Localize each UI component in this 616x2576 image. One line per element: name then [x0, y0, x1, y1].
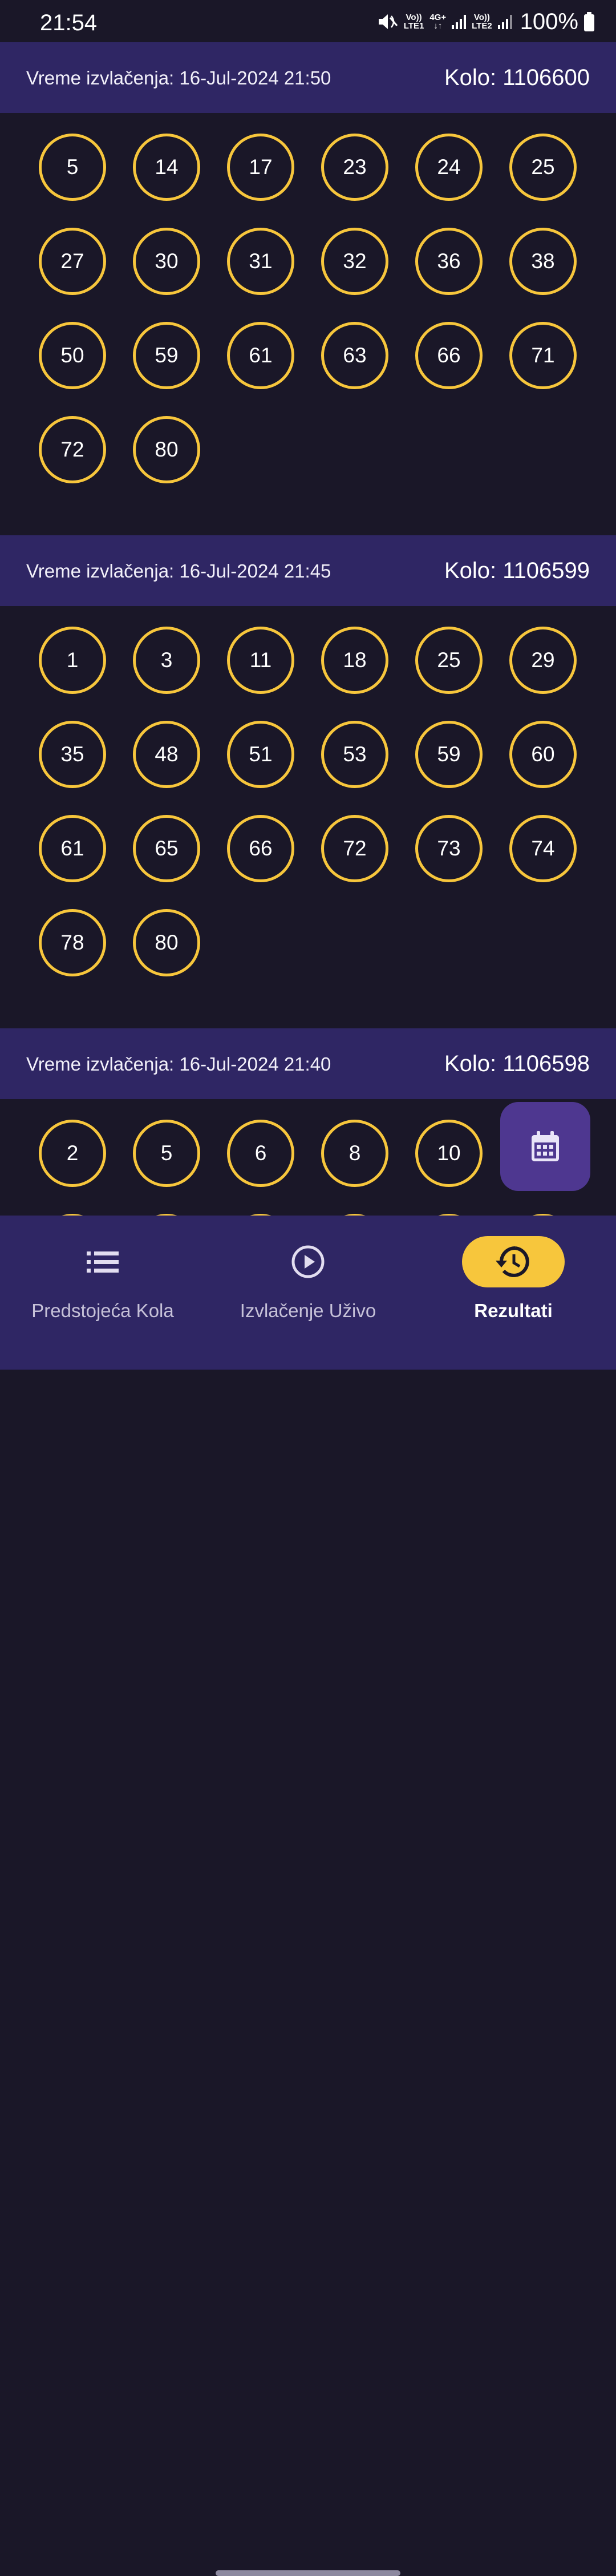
number-ball: 50: [39, 322, 106, 389]
number-ball: 8: [321, 1120, 388, 1187]
number-ball: 38: [509, 228, 577, 295]
round-header: Vreme izvlačenja: 16-Jul-2024 21:45 Kolo…: [0, 535, 616, 606]
number-ball: 60: [509, 721, 577, 788]
number-ball: 36: [415, 228, 483, 295]
calendar-icon: [532, 1131, 559, 1161]
number-ball: 3: [133, 627, 200, 694]
number-ball: 80: [133, 416, 200, 483]
number-ball: 1: [39, 627, 106, 694]
number-ball: 48: [133, 721, 200, 788]
sim1-top: Vo)): [406, 13, 422, 22]
list-icon: [87, 1251, 119, 1273]
draw-time: Vreme izvlačenja: 16-Jul-2024 21:40: [26, 1053, 331, 1075]
nav-icon-container-active: [462, 1236, 565, 1287]
number-ball: 72: [321, 815, 388, 882]
number-ball: 63: [321, 322, 388, 389]
number-ball: 61: [227, 322, 294, 389]
nav-live-draw[interactable]: Izvlačenje Uživo: [205, 1236, 411, 1339]
number-ball: 10: [415, 1120, 483, 1187]
number-ball: 24: [415, 134, 483, 201]
round-number: Kolo: 1106598: [444, 1051, 590, 1076]
network-type: 4G+ ↓↑: [429, 13, 446, 30]
number-ball: 71: [509, 322, 577, 389]
gesture-bar[interactable]: [216, 2570, 400, 2576]
signal-icon: [497, 14, 512, 29]
sim2-label: Vo)) LTE2: [472, 13, 492, 30]
number-ball: 35: [39, 721, 106, 788]
signal-icon: [452, 14, 467, 29]
sim1-label: Vo)) LTE1: [404, 13, 424, 30]
number-ball: 80: [133, 909, 200, 976]
network-arrows: ↓↑: [433, 21, 443, 31]
number-ball: 73: [415, 815, 483, 882]
number-ball: 51: [227, 721, 294, 788]
number-ball: 25: [415, 627, 483, 694]
sim2-top: Vo)): [473, 13, 490, 22]
round-header: Vreme izvlačenja: 16-Jul-2024 21:40 Kolo…: [0, 1028, 616, 1099]
number-ball: 72: [39, 416, 106, 483]
number-ball: 5: [39, 134, 106, 201]
network-top: 4G+: [429, 13, 447, 22]
history-icon: [496, 1246, 529, 1277]
number-ball: 74: [509, 815, 577, 882]
number-ball: 11: [227, 627, 294, 694]
number-ball: 27: [39, 228, 106, 295]
status-time: 21:54: [40, 10, 98, 35]
battery-percent: 100%: [520, 9, 578, 34]
number-ball: 29: [509, 627, 577, 694]
number-ball: 59: [133, 322, 200, 389]
number-ball: 2: [39, 1120, 106, 1187]
nav-label: Predstojeća Kola: [31, 1300, 174, 1321]
results-list[interactable]: Vreme izvlačenja: 16-Jul-2024 21:50 Kolo…: [0, 42, 616, 1216]
number-ball: 78: [39, 909, 106, 976]
number-ball: 53: [321, 721, 388, 788]
draw-time: Vreme izvlačenja: 16-Jul-2024 21:45: [26, 560, 331, 582]
nav-results[interactable]: Rezultati: [411, 1236, 616, 1339]
draw-time: Vreme izvlačenja: 16-Jul-2024 21:50: [26, 67, 331, 88]
nav-icon-container: [51, 1236, 154, 1287]
sim2-bottom: LTE2: [472, 21, 492, 31]
play-circle-icon: [291, 1245, 325, 1278]
number-ball: 5: [133, 1120, 200, 1187]
mute-icon: [378, 14, 398, 29]
number-ball: 59: [415, 721, 483, 788]
status-bar: 21:54 Vo)) LTE1 4G+ ↓↑ Vo)) LTE2 100%: [0, 0, 616, 42]
bottom-navigation: Predstojeća Kola Izvlačenje Uživo Rezult…: [0, 1216, 616, 2576]
drawn-numbers: 1 3 11 18 25 29 35 48 51 53 59 60 61 65 …: [0, 606, 616, 1007]
status-icons: Vo)) LTE1 4G+ ↓↑ Vo)) LTE2 100%: [378, 9, 594, 34]
battery-icon: [584, 12, 594, 31]
nav-label: Izvlačenje Uživo: [240, 1300, 376, 1321]
number-ball: 17: [227, 134, 294, 201]
number-ball: 6: [227, 1120, 294, 1187]
number-ball: 65: [133, 815, 200, 882]
number-ball: 30: [133, 228, 200, 295]
number-ball: 66: [227, 815, 294, 882]
number-ball: 14: [133, 134, 200, 201]
nav-upcoming-rounds[interactable]: Predstojeća Kola: [0, 1236, 205, 1339]
number-ball: 18: [321, 627, 388, 694]
round-number: Kolo: 1106600: [444, 65, 590, 90]
round-section: Vreme izvlačenja: 16-Jul-2024 21:50 Kolo…: [0, 42, 616, 535]
round-header: Vreme izvlačenja: 16-Jul-2024 21:50 Kolo…: [0, 42, 616, 113]
number-ball: 32: [321, 228, 388, 295]
number-ball: 66: [415, 322, 483, 389]
nav-label: Rezultati: [474, 1300, 553, 1321]
number-ball: 61: [39, 815, 106, 882]
number-ball: 31: [227, 228, 294, 295]
round-number: Kolo: 1106599: [444, 558, 590, 583]
number-ball: 23: [321, 134, 388, 201]
sim1-bottom: LTE1: [403, 21, 424, 31]
drawn-numbers: 5 14 17 23 24 25 27 30 31 32 36 38 50 59…: [0, 113, 616, 514]
calendar-button[interactable]: [500, 1102, 590, 1191]
number-ball: 25: [509, 134, 577, 201]
round-section: Vreme izvlačenja: 16-Jul-2024 21:45 Kolo…: [0, 535, 616, 1028]
nav-icon-container: [257, 1236, 359, 1287]
